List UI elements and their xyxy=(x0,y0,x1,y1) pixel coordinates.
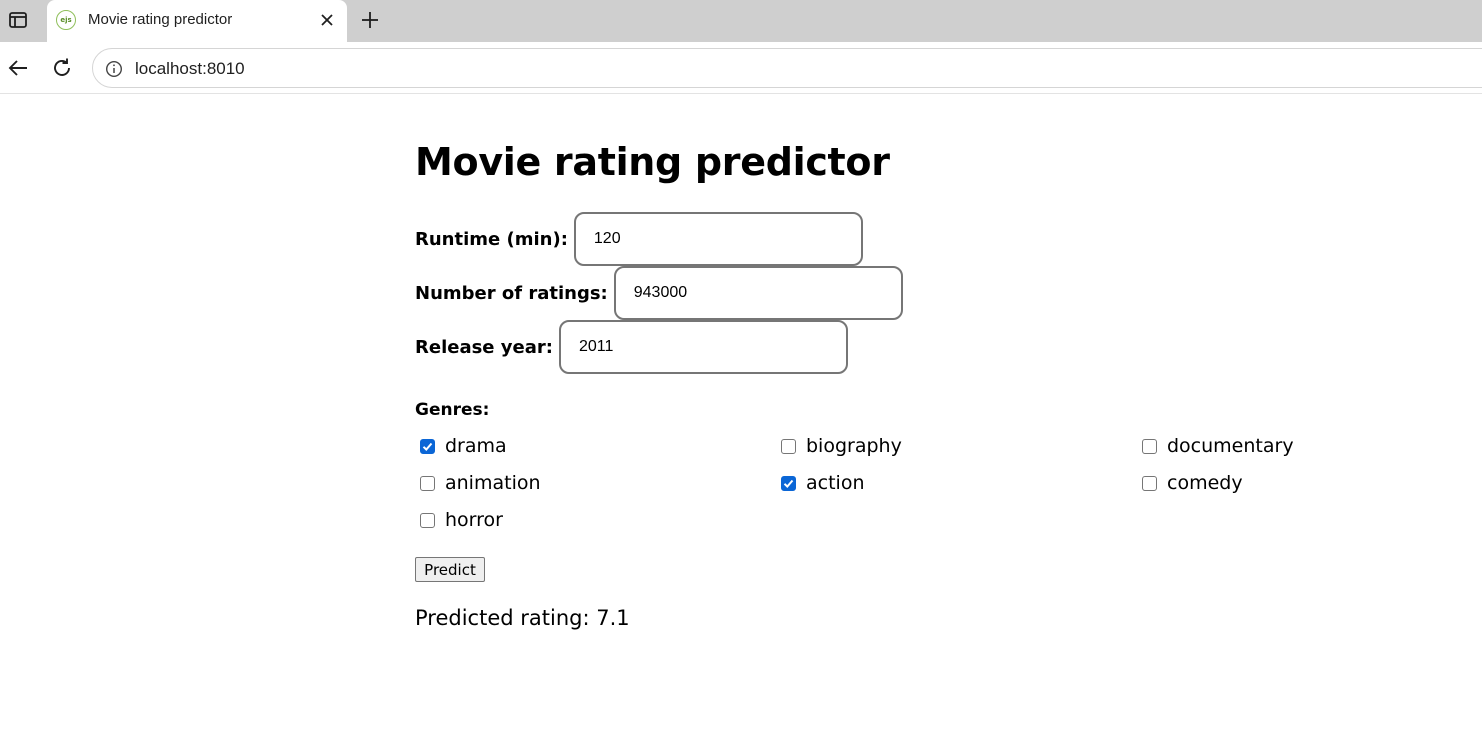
genre-label: documentary xyxy=(1167,435,1294,457)
ejs-favicon-icon: ejs xyxy=(56,10,76,30)
page-content: Movie rating predictor Runtime (min): Nu… xyxy=(415,94,1475,756)
genre-label: horror xyxy=(445,509,503,531)
browser-toolbar: localhost:8010 xyxy=(0,42,1482,94)
genres-heading: Genres: xyxy=(415,400,490,420)
genre-checkbox[interactable] xyxy=(1142,438,1157,454)
genre-option-horror[interactable]: horror xyxy=(415,505,503,535)
back-button[interactable] xyxy=(3,53,33,83)
runtime-label: Runtime (min): xyxy=(415,228,568,250)
plus-icon xyxy=(362,12,378,28)
genre-checkbox[interactable] xyxy=(781,438,796,454)
genre-checkbox[interactable] xyxy=(420,438,435,454)
back-arrow-icon xyxy=(8,60,27,76)
address-bar[interactable]: localhost:8010 xyxy=(92,48,1482,88)
genre-option-documentary[interactable]: documentary xyxy=(1137,431,1294,461)
genre-checkbox[interactable] xyxy=(420,512,435,528)
genre-checkbox[interactable] xyxy=(420,475,435,491)
predict-button[interactable]: Predict xyxy=(415,557,485,582)
browser-tab[interactable]: ejs Movie rating predictor xyxy=(47,0,347,42)
genre-option-action[interactable]: action xyxy=(776,468,864,498)
ratings-count-input[interactable] xyxy=(613,266,903,320)
tab-close-button[interactable] xyxy=(317,10,337,30)
ratings-count-label: Number of ratings: xyxy=(415,282,608,304)
genre-label: biography xyxy=(806,435,902,457)
ratings-count-row: Number of ratings: xyxy=(415,266,903,320)
reload-button[interactable] xyxy=(47,53,77,83)
genre-option-comedy[interactable]: comedy xyxy=(1137,468,1243,498)
page-title: Movie rating predictor xyxy=(415,140,890,184)
reload-icon xyxy=(54,58,70,76)
genre-label: drama xyxy=(445,435,507,457)
genre-option-biography[interactable]: biography xyxy=(776,431,902,461)
release-year-row: Release year: xyxy=(415,320,848,374)
genre-checkbox[interactable] xyxy=(781,475,796,491)
close-icon xyxy=(321,14,333,26)
tab-title: Movie rating predictor xyxy=(88,11,233,28)
runtime-input[interactable] xyxy=(573,212,863,266)
release-year-label: Release year: xyxy=(415,336,553,358)
tab-switcher-icon xyxy=(9,12,27,28)
info-icon[interactable] xyxy=(105,60,123,78)
genre-label: action xyxy=(806,472,865,494)
checkmark-icon xyxy=(422,442,433,451)
tab-switcher-button[interactable] xyxy=(4,6,32,34)
genre-option-drama[interactable]: drama xyxy=(415,431,507,461)
genre-label: animation xyxy=(445,472,541,494)
runtime-row: Runtime (min): xyxy=(415,212,863,266)
new-tab-button[interactable] xyxy=(356,6,384,34)
url-text: localhost:8010 xyxy=(135,59,245,78)
checkmark-icon xyxy=(783,479,794,488)
tab-bar: ejs Movie rating predictor xyxy=(0,0,1482,42)
genre-label: comedy xyxy=(1167,472,1243,494)
release-year-input[interactable] xyxy=(558,320,848,374)
genre-checkbox[interactable] xyxy=(1142,475,1157,491)
genre-option-animation[interactable]: animation xyxy=(415,468,541,498)
predicted-rating-text: Predicted rating: 7.1 xyxy=(415,606,630,630)
